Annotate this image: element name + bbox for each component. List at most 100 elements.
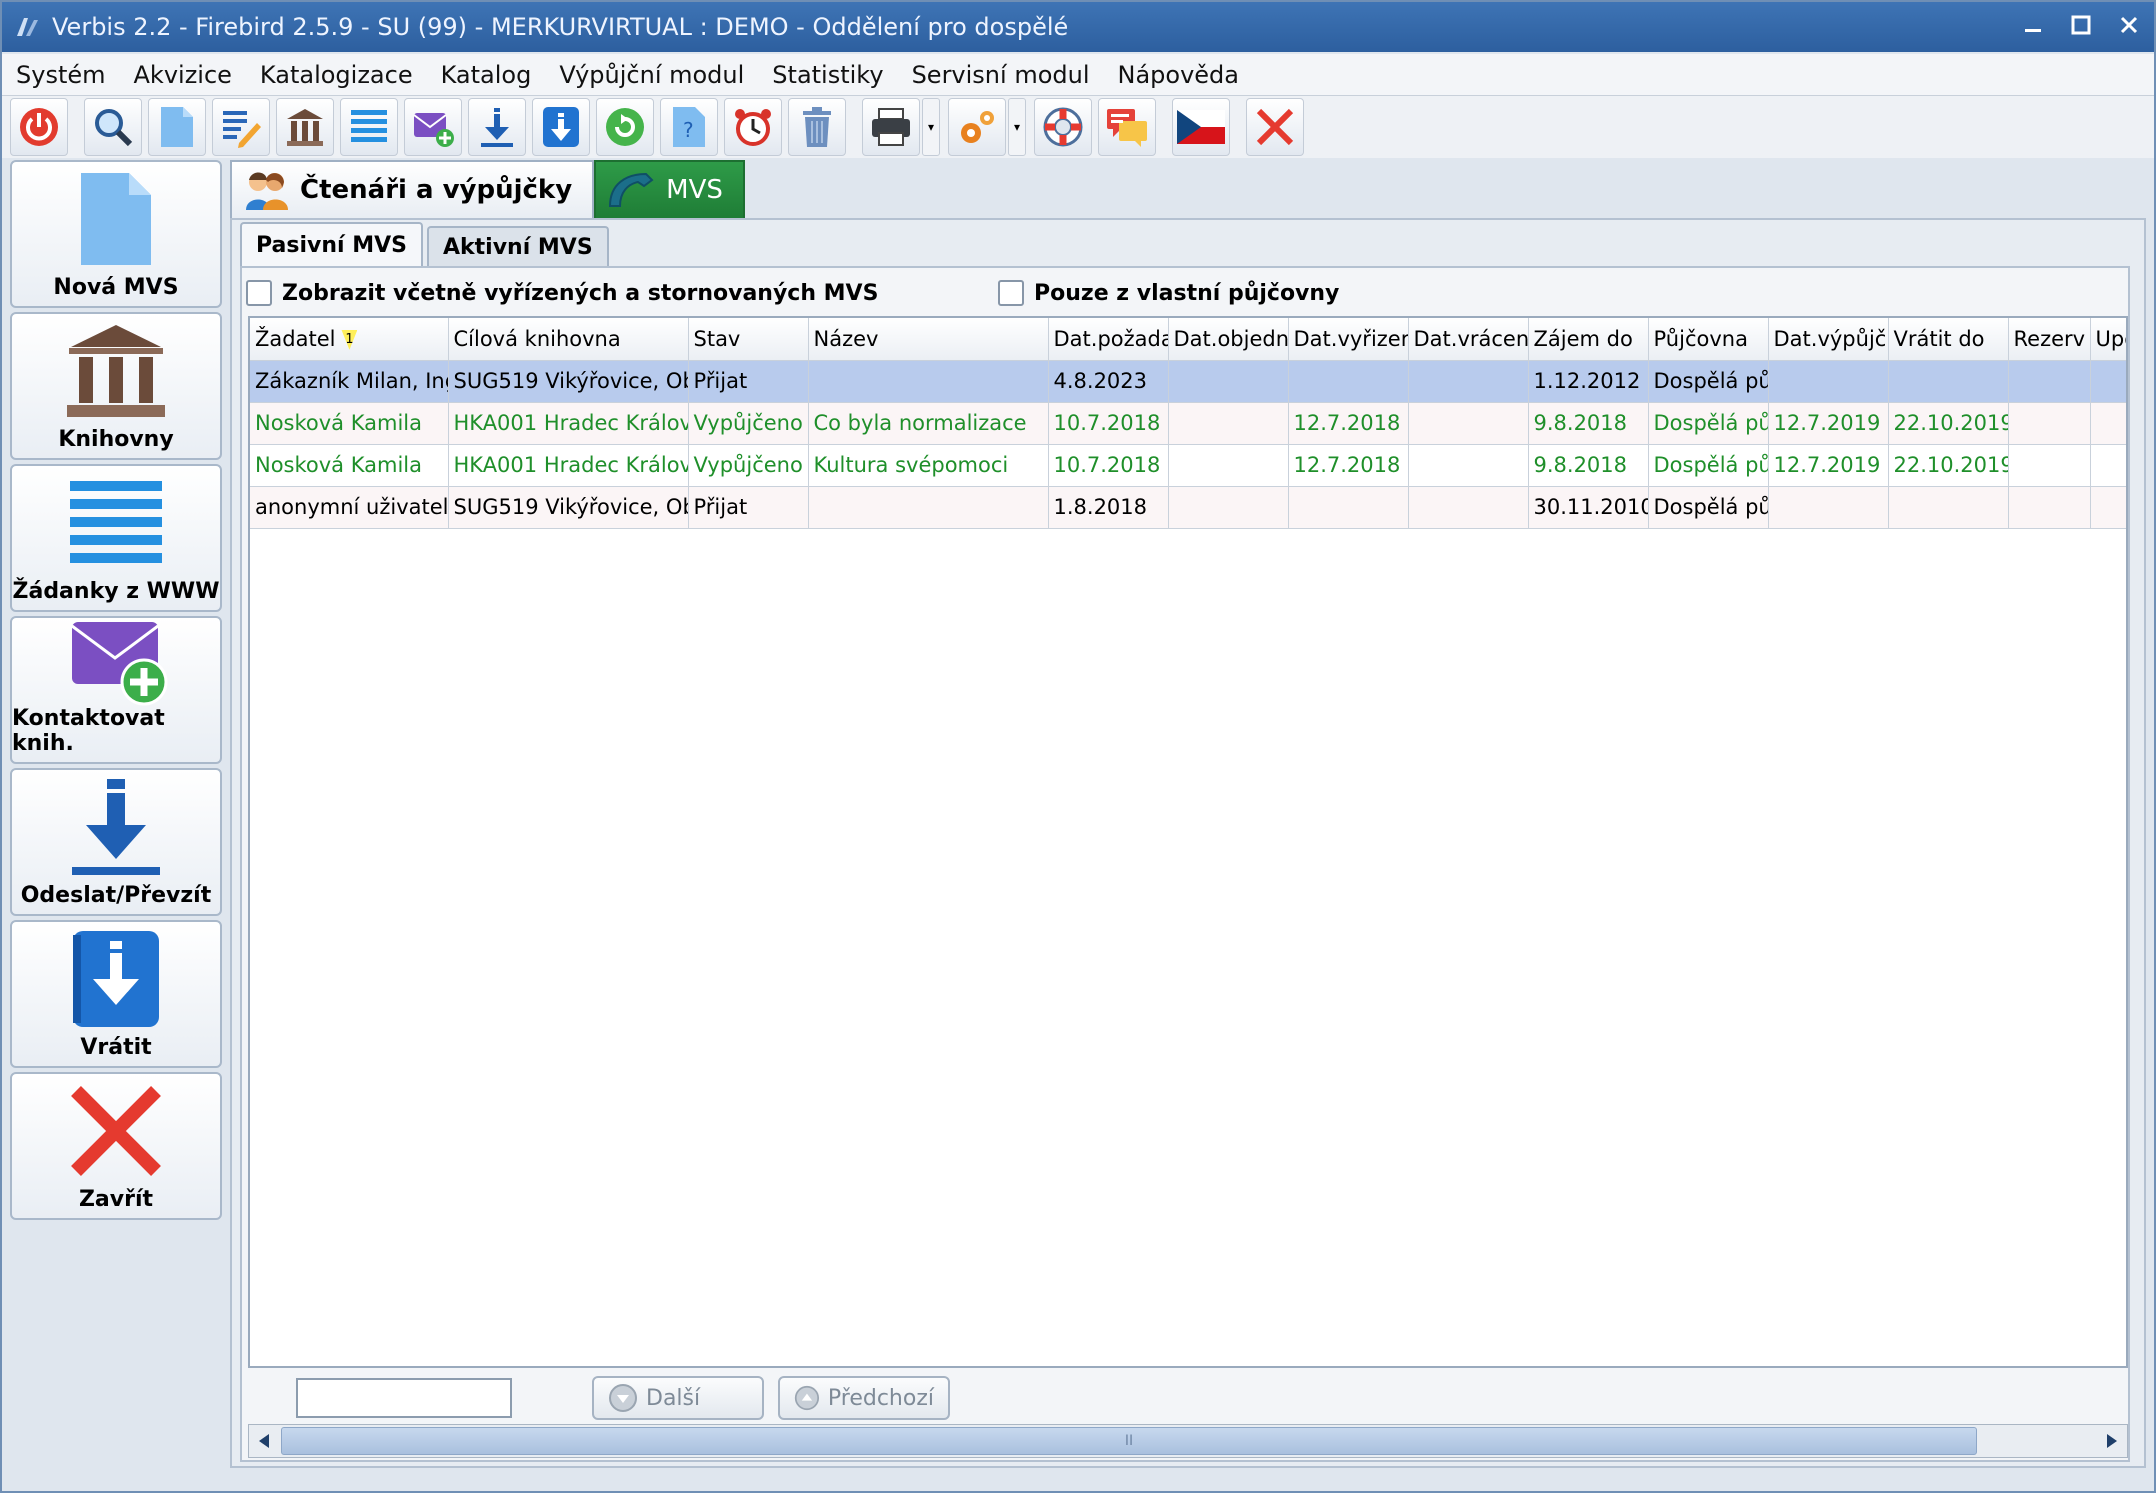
tab-pasivni-mvs[interactable]: Pasivní MVS (240, 222, 423, 266)
mvs-table: Žadatel 1 Cílová knihovna Stav Název Dat.… (248, 316, 2128, 1368)
column-header-dat-objednani[interactable]: Dat.objedn (1168, 318, 1289, 361)
tab-aktivni-mvs[interactable]: Aktivní MVS (426, 226, 609, 266)
sidebar-item-zavrit[interactable]: Zavřít (10, 1072, 222, 1220)
list-button[interactable] (340, 98, 398, 156)
phone-icon (609, 172, 654, 207)
column-header-zadatel[interactable]: Žadatel 1 (250, 318, 449, 361)
tab-mvs[interactable]: MVS (594, 160, 745, 218)
printer-icon (872, 108, 910, 146)
table-row[interactable]: anonymní uživatel SUG519 Vikýřovice, Obe… (250, 486, 2126, 529)
sidebar-item-nova-mvs[interactable]: Nová MVS (10, 160, 222, 308)
table-cell: Dospělá pů (1648, 486, 1769, 529)
table-cell: Přijat (688, 360, 809, 403)
search-input[interactable] (296, 1378, 512, 1418)
return-button[interactable] (532, 98, 590, 156)
column-header-zajem-do[interactable]: Zájem do (1528, 318, 1649, 361)
sidebar-item-kontaktovat-knih[interactable]: Kontaktovat knih. (10, 616, 222, 764)
table-cell: Co byla normalizace (808, 402, 1049, 445)
table-cell (2008, 402, 2091, 445)
column-header-dat-vyrizeni[interactable]: Dat.vyřizer (1288, 318, 1409, 361)
table-cell: Dospělá pů (1648, 444, 1769, 487)
table-cell (1168, 486, 1289, 529)
table-cell (1408, 402, 1529, 445)
menu-vypujcni-modul[interactable]: Výpůjční modul (545, 61, 758, 89)
next-button[interactable]: Další (592, 1376, 764, 1420)
table-cell: Dospělá pů (1648, 360, 1769, 403)
column-header-stav[interactable]: Stav (688, 318, 809, 361)
print-dropdown[interactable]: ▾ (922, 98, 940, 156)
previous-button[interactable]: Předchozí (778, 1376, 950, 1420)
close-module-button[interactable] (1246, 98, 1304, 156)
minimize-button[interactable] (2016, 8, 2050, 42)
library-icon (287, 109, 323, 146)
libraries-button[interactable] (276, 98, 334, 156)
table-cell: SUG519 Vikýřovice, Obe (448, 486, 689, 529)
column-header-dat-vypujcky[interactable]: Dat.výpůjčl (1768, 318, 1889, 361)
horizontal-scrollbar[interactable]: II (248, 1424, 2128, 1458)
column-header-rezervace[interactable]: Rezerv (2008, 318, 2091, 361)
column-header-cilova-knihovna[interactable]: Cílová knihovna (448, 318, 689, 361)
scroll-right-button[interactable] (2097, 1425, 2127, 1457)
column-header-dat-pozadavku[interactable]: Dat.požada (1048, 318, 1169, 361)
include-done-checkbox[interactable]: Zobrazit včetně vyřízených a stornovanýc… (246, 280, 878, 306)
column-header-dat-vraceni[interactable]: Dat.vrácen (1408, 318, 1529, 361)
gears-icon (961, 111, 994, 143)
sidebar-item-zadanky-z-www[interactable]: Žádanky z WWW (10, 464, 222, 612)
menu-servisni-modul[interactable]: Servisní modul (898, 61, 1104, 89)
mail-add-icon (71, 622, 168, 706)
power-button[interactable] (10, 98, 68, 156)
table-row[interactable]: Nosková Kamila HKA001 Hradec Králové Vyp… (250, 444, 2126, 487)
sidebar-item-knihovny[interactable]: Knihovny (10, 312, 222, 460)
maximize-button[interactable] (2064, 8, 2098, 42)
menu-napoveda[interactable]: Nápověda (1104, 61, 1254, 89)
sidebar-item-vratit[interactable]: Vrátit (10, 920, 222, 1068)
scroll-left-button[interactable] (249, 1425, 279, 1457)
download-button[interactable] (468, 98, 526, 156)
close-window-button[interactable] (2112, 8, 2146, 42)
alarm-button[interactable] (724, 98, 782, 156)
settings-button[interactable] (948, 98, 1006, 156)
chat-button[interactable] (1098, 98, 1156, 156)
delete-button[interactable] (788, 98, 846, 156)
help-document-button[interactable]: ? (660, 98, 718, 156)
column-header-vratit-do[interactable]: Vrátit do (1888, 318, 2009, 361)
language-button[interactable] (1172, 98, 1230, 156)
tab-ctenari-a-vypujcky[interactable]: Čtenáři a výpůjčky (230, 160, 595, 218)
lifebuoy-icon (1043, 107, 1083, 147)
scrollbar-thumb[interactable]: II (281, 1427, 1977, 1455)
return-icon (543, 107, 579, 147)
table-row[interactable]: Nosková Kamila HKA001 Hradec Králové Vyp… (250, 402, 2126, 445)
print-button[interactable] (862, 98, 920, 156)
table-cell: HKA001 Hradec Králové (448, 402, 689, 445)
menu-katalog[interactable]: Katalog (427, 61, 546, 89)
own-branch-only-checkbox[interactable]: Pouze z vlastní půjčovny (998, 280, 1339, 306)
sidebar-item-odeslat-prevzit[interactable]: Odeslat/Převzít (10, 768, 222, 916)
document-icon (161, 107, 193, 147)
table-cell (1768, 486, 1889, 529)
refresh-button[interactable] (596, 98, 654, 156)
column-header-pujcovna[interactable]: Půjčovna (1648, 318, 1769, 361)
sidebar: Nová MVS Knihovny Žádanky z WWW Kontakto… (10, 160, 222, 1220)
menu-system[interactable]: Systém (2, 61, 120, 89)
checkbox-box[interactable] (998, 280, 1024, 306)
table-row[interactable]: Zákazník Milan, Ing. SUG519 Vikýřovice, … (250, 360, 2126, 403)
scrollbar-grip: II (1124, 1433, 1134, 1449)
menu-akvizice[interactable]: Akvizice (120, 61, 246, 89)
contact-button[interactable] (404, 98, 462, 156)
edit-list-button[interactable] (212, 98, 270, 156)
settings-dropdown[interactable]: ▾ (1008, 98, 1026, 156)
table-cell (1408, 444, 1529, 487)
menu-statistiky[interactable]: Statistiky (758, 61, 897, 89)
checkbox-box[interactable] (246, 280, 272, 306)
menu-bar: Systém Akvizice Katalogizace Katalog Výp… (2, 54, 2154, 96)
table-cell: 12.7.2018 (1288, 444, 1409, 487)
new-document-button[interactable] (148, 98, 206, 156)
search-button[interactable] (84, 98, 142, 156)
menu-katalogizace[interactable]: Katalogizace (246, 61, 427, 89)
column-header-nazev[interactable]: Název (808, 318, 1049, 361)
table-cell (1288, 360, 1409, 403)
table-cell (1408, 360, 1529, 403)
column-header-upominky[interactable]: Upo (2090, 318, 2126, 361)
support-button[interactable] (1034, 98, 1092, 156)
table-cell (1888, 360, 2009, 403)
